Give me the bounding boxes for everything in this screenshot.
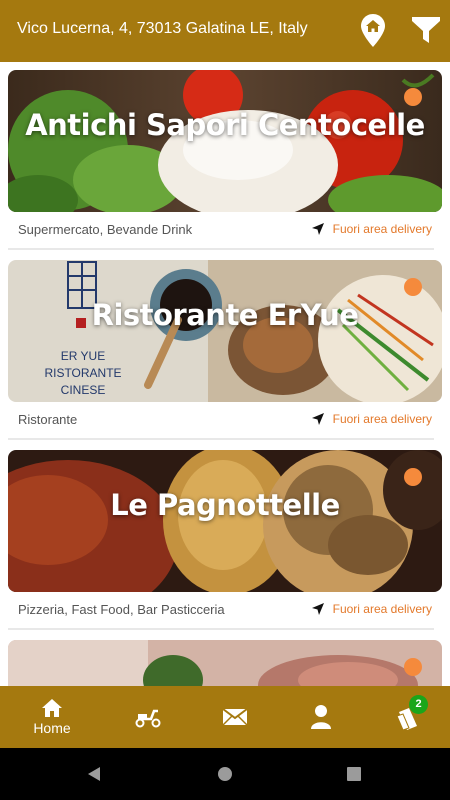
restaurant-list[interactable]: Antichi Sapori Centocelle Supermercato, … xyxy=(0,62,450,686)
navigation-arrow-icon xyxy=(311,603,324,615)
cart-badge: 2 xyxy=(409,695,428,714)
restaurant-categories: Supermercato, Bevande Drink xyxy=(18,222,193,237)
restaurant-name: Antichi Sapori Centocelle xyxy=(25,108,425,142)
nav-delivery[interactable] xyxy=(127,686,169,748)
restaurant-card[interactable]: Le Pagnottelle Pizzeria, Fast Food, Bar … xyxy=(8,450,442,632)
status-dot xyxy=(404,278,422,296)
restaurant-categories: Pizzeria, Fast Food, Bar Pasticceria xyxy=(18,602,225,617)
system-nav-bar xyxy=(0,748,450,800)
back-icon[interactable] xyxy=(86,766,102,782)
restaurant-card[interactable]: Antichi Sapori Centocelle Supermercato, … xyxy=(8,70,442,252)
delivery-status: Fuori area delivery xyxy=(311,222,432,236)
recents-icon[interactable] xyxy=(346,766,362,782)
restaurant-card[interactable] xyxy=(8,640,442,686)
delivery-status: Fuori area delivery xyxy=(311,412,432,426)
delivery-status-label: Fuori area delivery xyxy=(332,602,432,616)
user-icon xyxy=(311,705,331,729)
filter-icon[interactable] xyxy=(410,14,442,46)
restaurant-name: Ristorante ErYue xyxy=(91,298,359,332)
logo-text-line1: ER YUE xyxy=(60,349,106,363)
top-bar: Vico Lucerna, 4, 73013 Galatina LE, Ital… xyxy=(0,0,450,62)
restaurant-categories: Ristorante xyxy=(18,412,78,427)
navigation-arrow-icon xyxy=(311,223,324,235)
delivery-status-label: Fuori area delivery xyxy=(332,412,432,426)
nav-home-label: Home xyxy=(33,720,71,736)
delivery-address[interactable]: Vico Lucerna, 4, 73013 Galatina LE, Ital… xyxy=(17,20,308,38)
restaurant-image[interactable] xyxy=(8,640,442,686)
status-dot xyxy=(404,468,422,486)
divider xyxy=(8,438,434,440)
home-icon xyxy=(42,699,62,717)
status-dot xyxy=(404,88,422,106)
divider xyxy=(8,628,434,630)
logo-text-line2: RISTORANTE CINESE xyxy=(44,366,122,397)
bottom-nav: Home xyxy=(0,686,450,748)
scooter-icon xyxy=(135,709,161,728)
nav-messages[interactable] xyxy=(214,686,256,748)
home-circle-icon[interactable] xyxy=(217,766,233,782)
location-pin-icon[interactable] xyxy=(359,13,387,49)
restaurant-card[interactable]: ER YUE RISTORANTE CINESE Ristorante ErYu… xyxy=(8,260,442,442)
mail-icon xyxy=(222,708,248,726)
logo-text: ER YUE RISTORANTE CINESE xyxy=(22,348,144,399)
navigation-arrow-icon xyxy=(311,413,324,425)
delivery-status-label: Fuori area delivery xyxy=(332,222,432,236)
nav-profile[interactable] xyxy=(300,686,342,748)
divider xyxy=(8,248,434,250)
status-dot xyxy=(404,658,422,676)
nav-home[interactable]: Home xyxy=(22,686,82,748)
restaurant-name: Le Pagnottelle xyxy=(110,488,340,522)
delivery-status: Fuori area delivery xyxy=(311,602,432,616)
